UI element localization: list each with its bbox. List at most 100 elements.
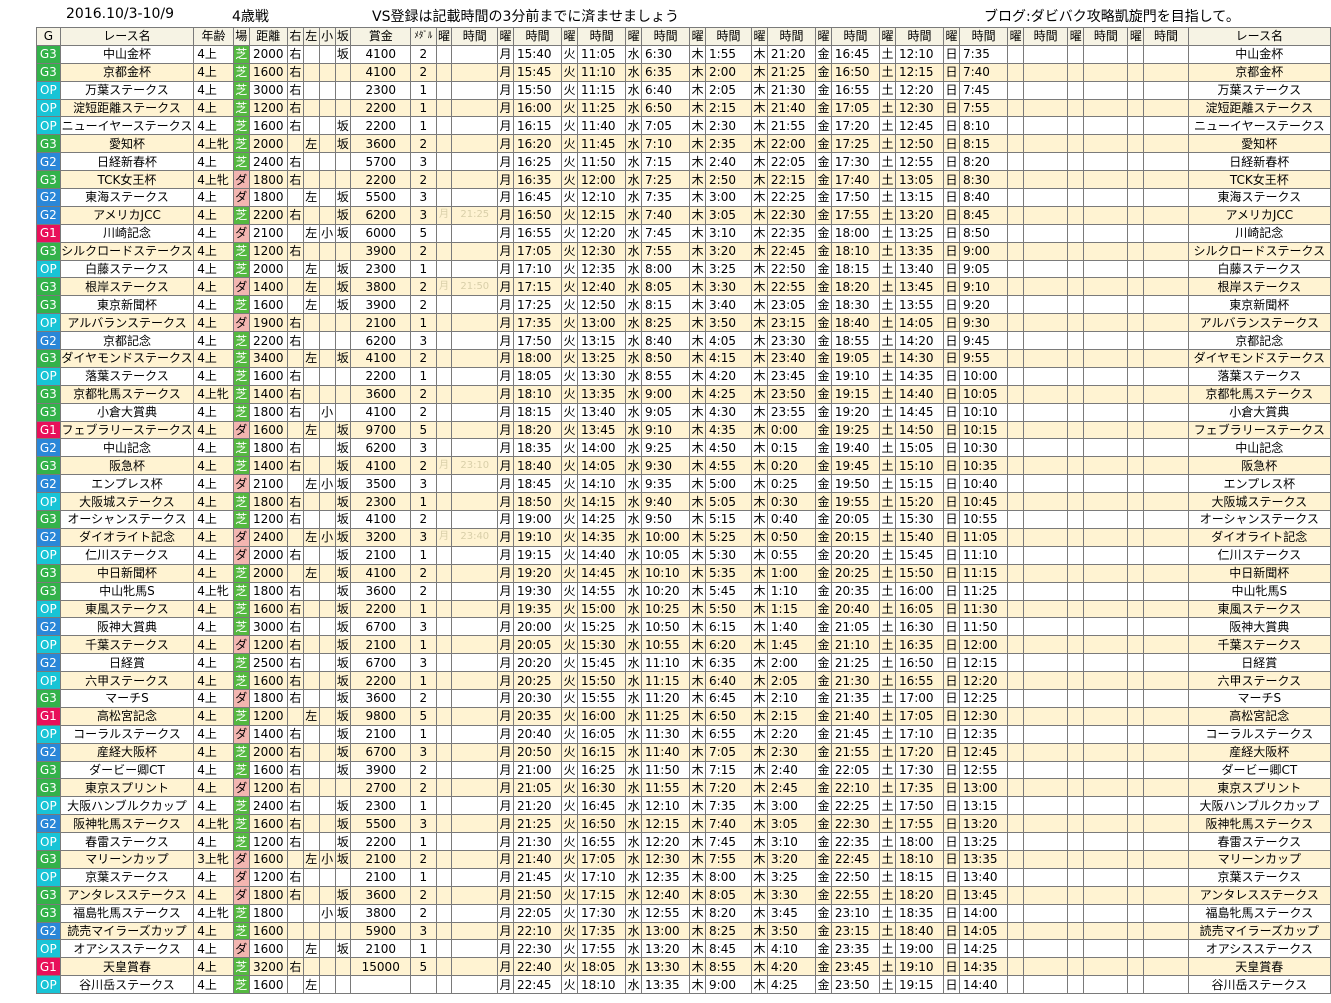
- weekday-cell[interactable]: 木: [689, 581, 707, 601]
- left-turn-cell[interactable]: [302, 205, 320, 225]
- weekday-cell[interactable]: 木: [751, 62, 768, 82]
- time-cell[interactable]: 10:00: [641, 527, 691, 547]
- weekday-cell[interactable]: 火: [561, 44, 578, 64]
- distance-cell[interactable]: 1800: [248, 885, 288, 905]
- prize-cell[interactable]: 3200: [350, 527, 412, 547]
- weekday-cell[interactable]: 月: [497, 796, 514, 816]
- right-turn-cell[interactable]: 右: [286, 98, 304, 118]
- age-cell[interactable]: 4上: [193, 44, 234, 64]
- age-cell[interactable]: 4上: [193, 80, 234, 100]
- empty-day-cell[interactable]: [1007, 188, 1025, 207]
- time-cell[interactable]: 23:10: [830, 903, 881, 923]
- time-cell[interactable]: 10:40: [958, 474, 1009, 494]
- time-cell[interactable]: 1:10: [766, 581, 817, 601]
- weekday-cell[interactable]: 土: [879, 98, 896, 118]
- race-name-right-cell[interactable]: 仁川ステークス: [1187, 545, 1331, 565]
- empty-time-cell[interactable]: [1143, 116, 1189, 136]
- slope-cell[interactable]: 坂: [334, 205, 352, 225]
- time-cell[interactable]: 22:30: [766, 205, 817, 225]
- distance-cell[interactable]: 2200: [248, 205, 288, 225]
- weekday-cell[interactable]: 金: [815, 44, 832, 64]
- medal-cell[interactable]: 2: [410, 349, 437, 368]
- time-cell[interactable]: 8:20: [705, 903, 753, 923]
- faint-time-cell[interactable]: [451, 98, 499, 118]
- weekday-cell[interactable]: 木: [689, 402, 707, 422]
- time-cell[interactable]: 23:15: [830, 921, 881, 941]
- surface-cell[interactable]: 芝: [232, 384, 250, 404]
- empty-time-cell[interactable]: [1083, 563, 1129, 583]
- weekday-cell[interactable]: 木: [689, 384, 707, 404]
- surface-cell[interactable]: 芝: [232, 510, 250, 529]
- weekday-cell[interactable]: 木: [751, 474, 768, 494]
- race-name-right-cell[interactable]: 小倉大賞典: [1187, 402, 1331, 422]
- time-cell[interactable]: 17:10: [894, 724, 945, 744]
- weekday-cell[interactable]: 月: [497, 903, 514, 923]
- faint-time-cell[interactable]: [451, 223, 499, 243]
- weekday-cell[interactable]: 木: [689, 796, 707, 816]
- time-cell[interactable]: 20:05: [512, 635, 563, 655]
- race-name-right-cell[interactable]: エンプレス杯: [1187, 474, 1331, 494]
- empty-time-cell[interactable]: [1083, 867, 1129, 887]
- weekday-cell[interactable]: 水: [625, 581, 643, 601]
- empty-time-cell[interactable]: [1143, 456, 1189, 476]
- race-name-right-cell[interactable]: フェブラリーステークス: [1187, 420, 1331, 440]
- empty-day-cell[interactable]: [1127, 760, 1145, 780]
- empty-time-cell[interactable]: [1143, 706, 1189, 726]
- time-cell[interactable]: 11:50: [641, 760, 691, 780]
- right-turn-cell[interactable]: [286, 563, 304, 583]
- time-cell[interactable]: 16:50: [894, 653, 945, 673]
- right-turn-cell[interactable]: 右: [286, 402, 304, 422]
- left-turn-cell[interactable]: [302, 44, 320, 64]
- empty-day-cell[interactable]: [1127, 438, 1145, 458]
- race-name-cell[interactable]: ダイヤモンドステークス: [59, 349, 195, 368]
- empty-day-cell[interactable]: [1067, 277, 1085, 297]
- time-cell[interactable]: 19:10: [830, 366, 881, 386]
- weekday-cell[interactable]: 木: [751, 527, 768, 547]
- weekday-cell[interactable]: 日: [943, 492, 960, 512]
- empty-day-cell[interactable]: [1067, 832, 1085, 851]
- race-name-cell[interactable]: 産経大阪杯: [59, 742, 195, 762]
- time-cell[interactable]: 22:45: [512, 975, 563, 995]
- empty-day-cell[interactable]: [1067, 259, 1085, 279]
- age-cell[interactable]: 4上: [193, 688, 234, 708]
- small-track-cell[interactable]: 小: [318, 527, 336, 547]
- time-cell[interactable]: 8:20: [958, 152, 1009, 172]
- faint-time-cell[interactable]: [451, 796, 499, 816]
- empty-time-cell[interactable]: [1143, 510, 1189, 529]
- time-cell[interactable]: 0:40: [766, 510, 817, 529]
- slope-cell[interactable]: 坂: [334, 438, 352, 458]
- time-cell[interactable]: 16:55: [894, 671, 945, 690]
- empty-day-cell[interactable]: [1127, 849, 1145, 869]
- faint-time-cell[interactable]: [451, 957, 499, 977]
- surface-cell[interactable]: 芝: [232, 205, 250, 225]
- time-cell[interactable]: 7:40: [958, 62, 1009, 82]
- empty-time-cell[interactable]: [1023, 259, 1069, 279]
- grade-cell[interactable]: OP: [36, 545, 61, 565]
- weekday-cell[interactable]: 木: [751, 510, 768, 529]
- time-cell[interactable]: 17:15: [512, 277, 563, 297]
- empty-time-cell[interactable]: [1083, 402, 1129, 422]
- surface-cell[interactable]: ダ: [232, 277, 250, 297]
- empty-day-cell[interactable]: [1007, 152, 1025, 172]
- left-turn-cell[interactable]: [302, 921, 320, 941]
- weekday-cell[interactable]: 月: [497, 241, 514, 261]
- surface-cell[interactable]: 芝: [232, 134, 250, 154]
- time-cell[interactable]: 21:50: [512, 885, 563, 905]
- weekday-cell[interactable]: 金: [815, 134, 832, 154]
- right-turn-cell[interactable]: [286, 259, 304, 279]
- empty-time-cell[interactable]: [1083, 116, 1129, 136]
- race-name-cell[interactable]: 読売マイラーズカップ: [59, 921, 195, 941]
- slope-cell[interactable]: 坂: [334, 116, 352, 136]
- empty-time-cell[interactable]: [1143, 563, 1189, 583]
- faint-day-cell[interactable]: [435, 885, 453, 905]
- distance-cell[interactable]: 2400: [248, 527, 288, 547]
- weekday-cell[interactable]: 火: [561, 778, 578, 798]
- time-cell[interactable]: 19:15: [830, 384, 881, 404]
- weekday-cell[interactable]: 木: [751, 957, 768, 977]
- weekday-cell[interactable]: 水: [625, 98, 643, 118]
- slope-cell[interactable]: 坂: [334, 420, 352, 440]
- weekday-cell[interactable]: 火: [561, 742, 578, 762]
- small-track-cell[interactable]: [318, 62, 336, 82]
- weekday-cell[interactable]: 月: [497, 617, 514, 637]
- distance-cell[interactable]: 1600: [248, 921, 288, 941]
